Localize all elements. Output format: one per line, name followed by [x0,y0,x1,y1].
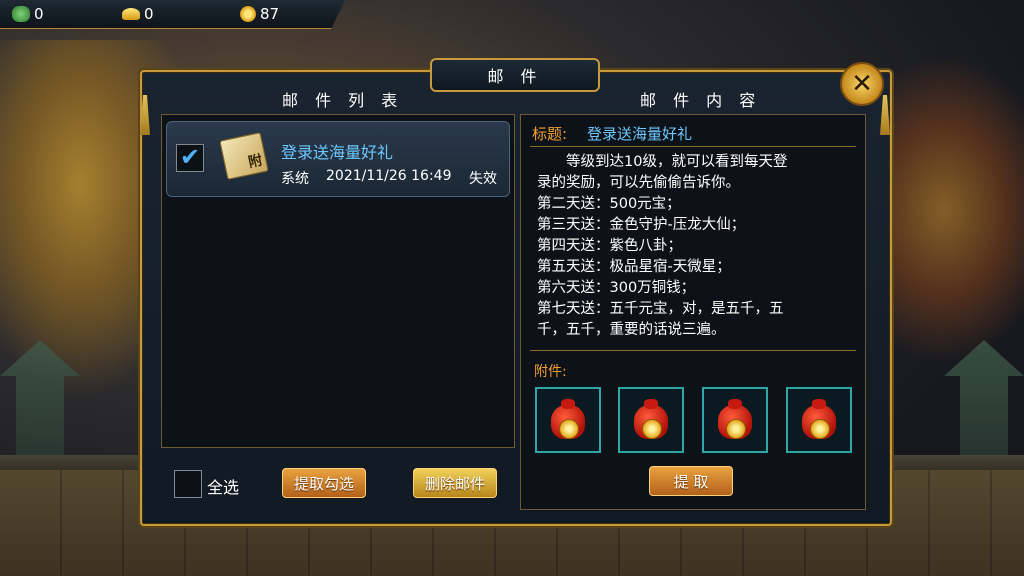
mail-body-line: 第五天送：极品星宿-天微星； [537,259,731,275]
mail-status: 失效 [469,171,497,187]
copper-coin-value: 87 [260,5,280,23]
attachment-slot[interactable] [786,387,852,453]
delete-mail-button[interactable]: 删除邮件 [413,468,497,498]
mail-sender: 系统 [281,171,309,187]
subject-label: 标题: [532,125,568,143]
mail-body-line: 录的奖励，可以先偷偷告诉你。 [537,175,740,191]
mail-content-title: 邮 件 内 容 [640,91,762,110]
red-money-bag-icon [545,399,591,441]
red-money-bag-icon [712,399,758,441]
claim-button[interactable]: 提 取 [649,466,733,496]
mail-list-title: 邮 件 列 表 [282,91,404,110]
mail-body-line: 第四天送：紫色八卦； [537,238,682,254]
currency-bar [0,0,345,29]
divider [530,146,856,147]
gold-ingot-counter: 0 [122,4,154,24]
mail-body-line: 第六天送：300万铜钱； [537,280,696,296]
mail-body-line: 第三天送：金色守护-压龙大仙； [537,217,746,233]
gold-ingot-value: 0 [144,5,154,23]
copper-coin-counter: 87 [240,4,279,24]
window-title: 邮 件 [430,58,600,92]
copper-coin-icon [240,6,256,22]
mail-body-line: 第七天送：五千元宝，对，是五千，五 [537,301,784,317]
red-money-bag-icon [628,399,674,441]
jade-icon [12,6,30,22]
attachments-label: 附件: [534,364,567,380]
select-all-label[interactable]: 全选 [207,474,239,498]
mail-body-line: 第二天送：500元宝； [537,196,681,212]
select-all-checkbox[interactable] [174,470,202,498]
mail-body-line: 等级到达10级，就可以看到每天登 [537,154,788,170]
divider [530,350,856,351]
mail-body: 等级到达10级，就可以看到每天登 录的奖励，可以先偷偷告诉你。 第二天送：500… [537,152,847,341]
red-money-bag-icon [796,399,842,441]
mail-checkbox[interactable]: ✔ [176,144,204,172]
claim-checked-button[interactable]: 提取勾选 [282,468,366,498]
gold-ingot-icon [122,8,140,20]
mail-datetime: 2021/11/26 16:49 [326,168,452,184]
jade-counter: 0 [12,4,44,24]
attachment-slot[interactable] [702,387,768,453]
attachment-slot[interactable] [535,387,601,453]
jade-value: 0 [34,5,44,23]
subject-value: 登录送海量好礼 [587,125,693,143]
mail-subject: 登录送海量好礼 [281,143,394,162]
mail-body-line: 千，五千，重要的话说三遍。 [537,322,726,338]
close-button[interactable]: ✕ [840,62,884,106]
attachment-slot[interactable] [618,387,684,453]
mail-attachment-icon: 附 [219,132,269,180]
